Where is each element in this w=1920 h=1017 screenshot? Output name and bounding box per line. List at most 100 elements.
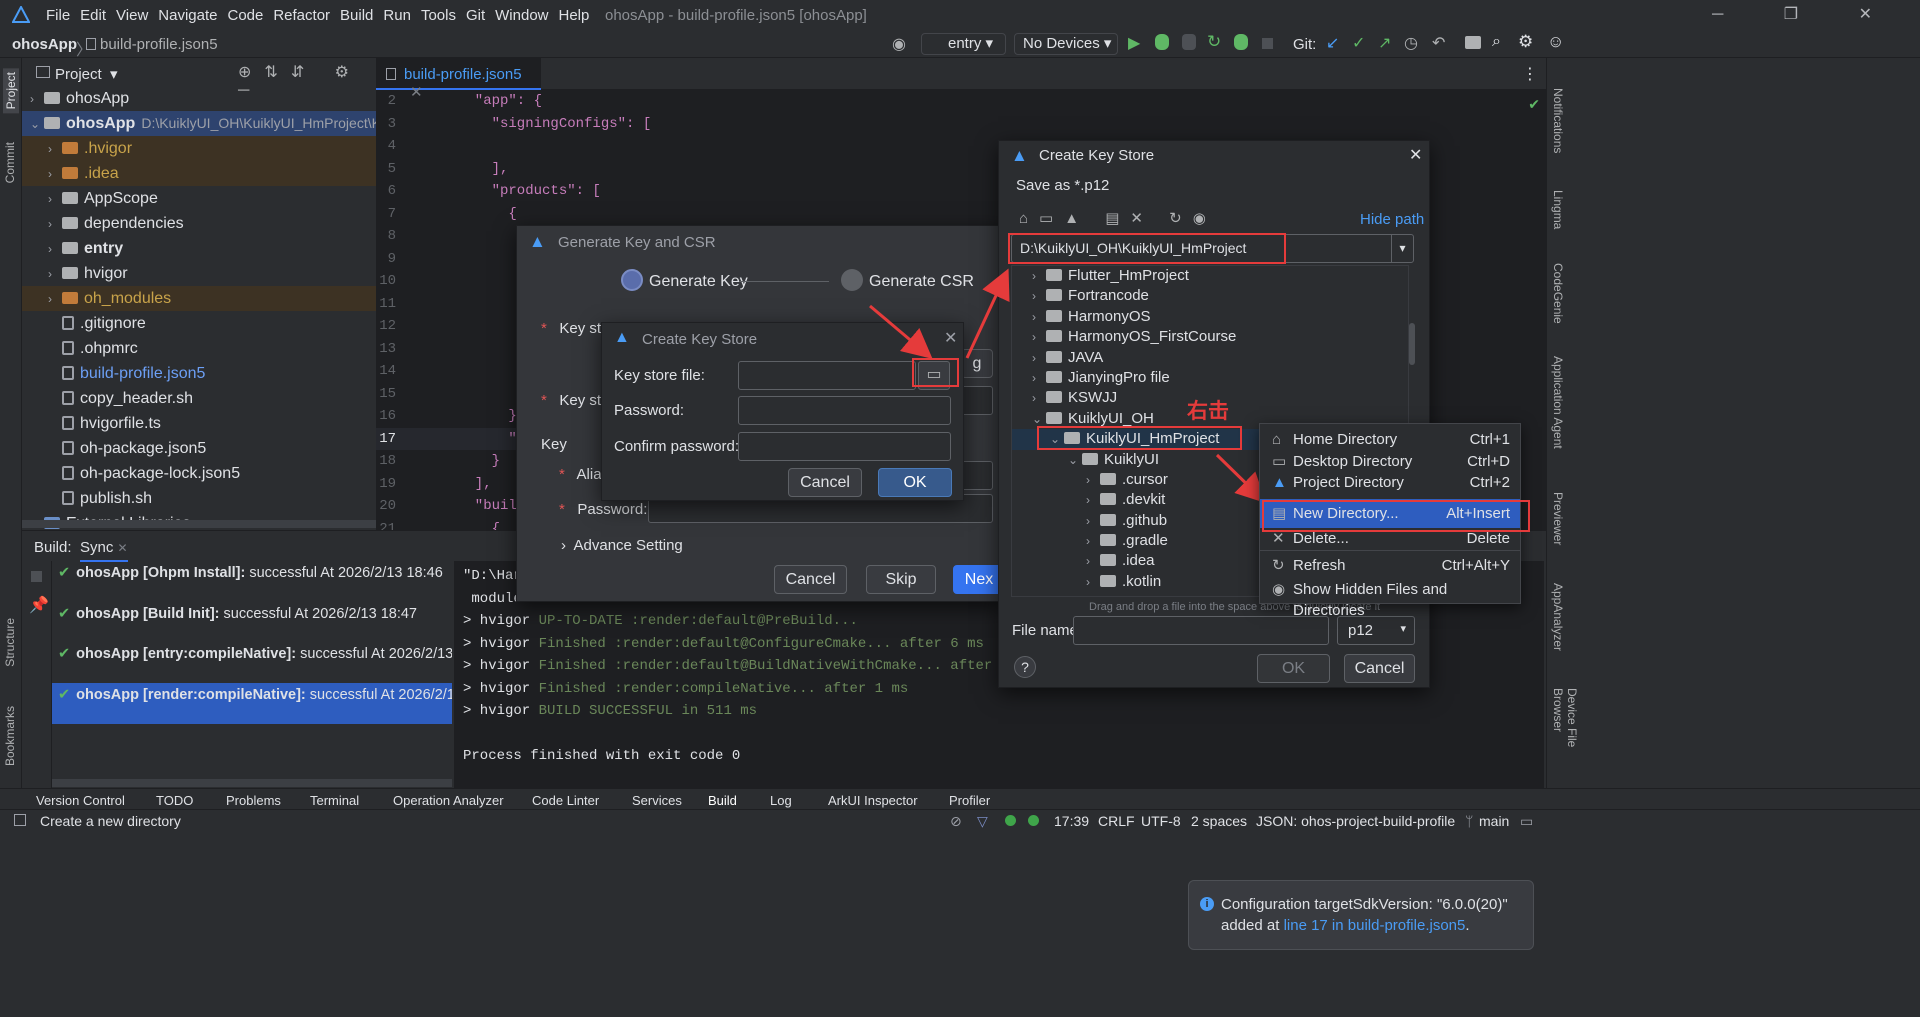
project-tree-item[interactable]: .ohpmrc <box>22 336 376 361</box>
tab-sync[interactable]: Sync ✕ <box>80 539 128 562</box>
run-icon[interactable]: ▶ <box>1128 33 1140 53</box>
chevron-icon[interactable]: › <box>1032 327 1046 347</box>
search-icon[interactable]: ⌕ <box>1492 33 1501 51</box>
project-tree-item[interactable]: › ohosApp <box>22 86 376 111</box>
profile-icon[interactable] <box>1182 34 1196 50</box>
tool-tab-profiler[interactable]: Profiler <box>949 793 990 808</box>
project-tree-item[interactable]: › oh_modules <box>22 286 376 311</box>
chooser-tree-item[interactable]: › HarmonyOS <box>1012 307 1408 327</box>
context-menu-item[interactable]: ↻ Refresh Ctrl+Alt+Y <box>1260 549 1520 579</box>
caret-position[interactable]: 17:39 <box>1054 813 1089 829</box>
chevron-icon[interactable]: › <box>1032 307 1046 327</box>
chevron-icon[interactable]: › <box>48 187 62 212</box>
chevron-icon[interactable]: › <box>48 162 62 187</box>
project-tree-item[interactable]: › AppScope <box>22 186 376 211</box>
tool-tab-problems[interactable]: Problems <box>226 793 281 808</box>
rerun-icon[interactable]: ↻ <box>1207 32 1221 52</box>
chevron-icon[interactable]: › <box>1086 490 1100 510</box>
chevron-icon[interactable]: › <box>1032 348 1046 368</box>
tool-tab-build[interactable]: Build <box>708 793 737 808</box>
project-tree-item[interactable]: › .idea <box>22 161 376 186</box>
context-menu-item[interactable]: ▲ Project Directory Ctrl+2 <box>1260 472 1520 494</box>
window-controls[interactable]: ─ ❐ ✕ <box>1712 4 1900 24</box>
tool-tab-operation-analyzer[interactable]: Operation Analyzer <box>393 793 504 808</box>
password-input[interactable] <box>738 396 951 425</box>
menu-help[interactable]: Help <box>559 7 590 24</box>
inspection-ok-icon[interactable]: ✔ <box>1528 96 1540 113</box>
build-entry[interactable]: ✔ ohosApp [entry:compileNative]: successfu… <box>52 642 452 683</box>
project-tree-item[interactable]: ⌄ ohosApp D:\KuiklyUI_OH\KuiklyUI_HmProjec… <box>22 111 376 136</box>
codegenie-tool-tab[interactable]: CodeGenie <box>1551 263 1565 324</box>
project-tree-item[interactable]: .gitignore <box>22 311 376 336</box>
project-tree-item[interactable]: publish.sh <box>22 486 376 511</box>
menu-navigate[interactable]: Navigate <box>158 7 217 24</box>
ok-button[interactable]: OK <box>878 468 952 497</box>
target-icon[interactable]: ◉ <box>892 34 906 54</box>
git-branch[interactable]: main <box>1479 813 1509 829</box>
project-tree-item[interactable]: hvigorfile.ts <box>22 411 376 436</box>
tool-tab-code-linter[interactable]: Code Linter <box>532 793 599 808</box>
json-schema[interactable]: JSON: ohos-project-build-profile <box>1256 813 1455 829</box>
run-config-select[interactable]: entry ▾ <box>921 33 1006 55</box>
project-tree-item[interactable]: › hvigor <box>22 261 376 286</box>
tool-tab-terminal[interactable]: Terminal <box>310 793 359 808</box>
tool-tab-arkui-inspector[interactable]: ArkUI Inspector <box>828 793 918 808</box>
menu-view[interactable]: View <box>116 7 148 24</box>
project-tree-item[interactable]: › .hvigor <box>22 136 376 161</box>
key-store-password-input[interactable] <box>961 386 993 415</box>
key-store-file-input[interactable] <box>738 361 916 390</box>
account-icon[interactable]: ☺ <box>1547 32 1564 52</box>
chevron-icon[interactable]: › <box>1086 551 1100 571</box>
breadcrumb-project[interactable]: ohosApp <box>12 36 77 53</box>
chevron-icon[interactable]: › <box>1032 286 1046 306</box>
menu-file[interactable]: File <box>46 7 70 24</box>
history-icon[interactable]: ◷ <box>1404 33 1418 53</box>
chevron-icon[interactable]: › <box>48 237 62 262</box>
project-panel-title[interactable]: Project ▾ <box>55 65 118 83</box>
chevron-icon[interactable]: › <box>1086 531 1100 551</box>
chevron-icon[interactable]: › <box>1086 572 1100 592</box>
tool-tab-version-control[interactable]: Version Control <box>36 793 125 808</box>
chevron-icon[interactable]: › <box>1086 470 1100 490</box>
menu-run[interactable]: Run <box>383 7 411 24</box>
chevron-icon[interactable]: › <box>1032 388 1046 408</box>
project-tree-item[interactable]: oh-package.json5 <box>22 436 376 461</box>
menu-build[interactable]: Build <box>340 7 373 24</box>
menu-tools[interactable]: Tools <box>421 7 456 24</box>
chooser-tree-item[interactable]: › JianyingPro file <box>1012 368 1408 388</box>
stop-icon[interactable] <box>1262 38 1273 49</box>
confirm-password-input[interactable] <box>738 432 951 461</box>
chevron-icon[interactable]: ⌄ <box>1068 450 1082 470</box>
project-tree-item[interactable]: › entry <box>22 236 376 261</box>
rollback-icon[interactable]: ↶ <box>1432 33 1445 53</box>
advance-setting-toggle[interactable]: › Advance Setting <box>561 537 683 554</box>
project-hscroll[interactable] <box>22 520 376 528</box>
tool-tab-services[interactable]: Services <box>632 793 682 808</box>
stop-build-icon[interactable] <box>31 571 42 582</box>
build-entry[interactable]: ✔ ohosApp [Ohpm Install]: successful At 20… <box>52 561 452 602</box>
file-chooser-toolbar[interactable]: ⌂▭▲ ▤✕ ↻◉ <box>1019 209 1217 227</box>
alias-input[interactable] <box>961 461 993 490</box>
build-entry[interactable]: ✔ ohosApp [Build Init]: successful At 2026… <box>52 602 452 643</box>
project-structure-icon[interactable] <box>1465 36 1481 49</box>
tool-tab-todo[interactable]: TODO <box>156 793 193 808</box>
build-hscroll[interactable] <box>52 779 452 787</box>
chooser-tree-item[interactable]: › Flutter_HmProject <box>1012 266 1408 286</box>
cancel-button[interactable]: Cancel <box>788 468 862 497</box>
chooser-tree-item[interactable]: › HarmonyOS_FirstCourse <box>1012 327 1408 347</box>
project-tree-item[interactable]: oh-package-lock.json5 <box>22 461 376 486</box>
chevron-icon[interactable]: ⌄ <box>30 112 44 137</box>
chevron-icon[interactable]: › <box>48 262 62 287</box>
menu-refactor[interactable]: Refactor <box>273 7 330 24</box>
project-tree-item[interactable]: copy_header.sh <box>22 386 376 411</box>
attach-debugger-icon[interactable] <box>1234 34 1248 50</box>
build-entry[interactable]: ✔ ohosApp [render:compileNative]: successf… <box>52 683 452 724</box>
menu-git[interactable]: Git <box>466 7 485 24</box>
file-name-input[interactable] <box>1073 616 1329 645</box>
git-push-icon[interactable]: ↗ <box>1378 33 1391 53</box>
close-icon[interactable]: ✕ <box>1409 145 1422 165</box>
context-menu-item[interactable]: ⌂ Home Directory Ctrl+1 <box>1260 429 1520 451</box>
git-commit-icon[interactable]: ✓ <box>1352 33 1365 53</box>
project-tree-item[interactable]: build-profile.json5 <box>22 361 376 386</box>
chevron-icon[interactable]: › <box>1032 368 1046 388</box>
